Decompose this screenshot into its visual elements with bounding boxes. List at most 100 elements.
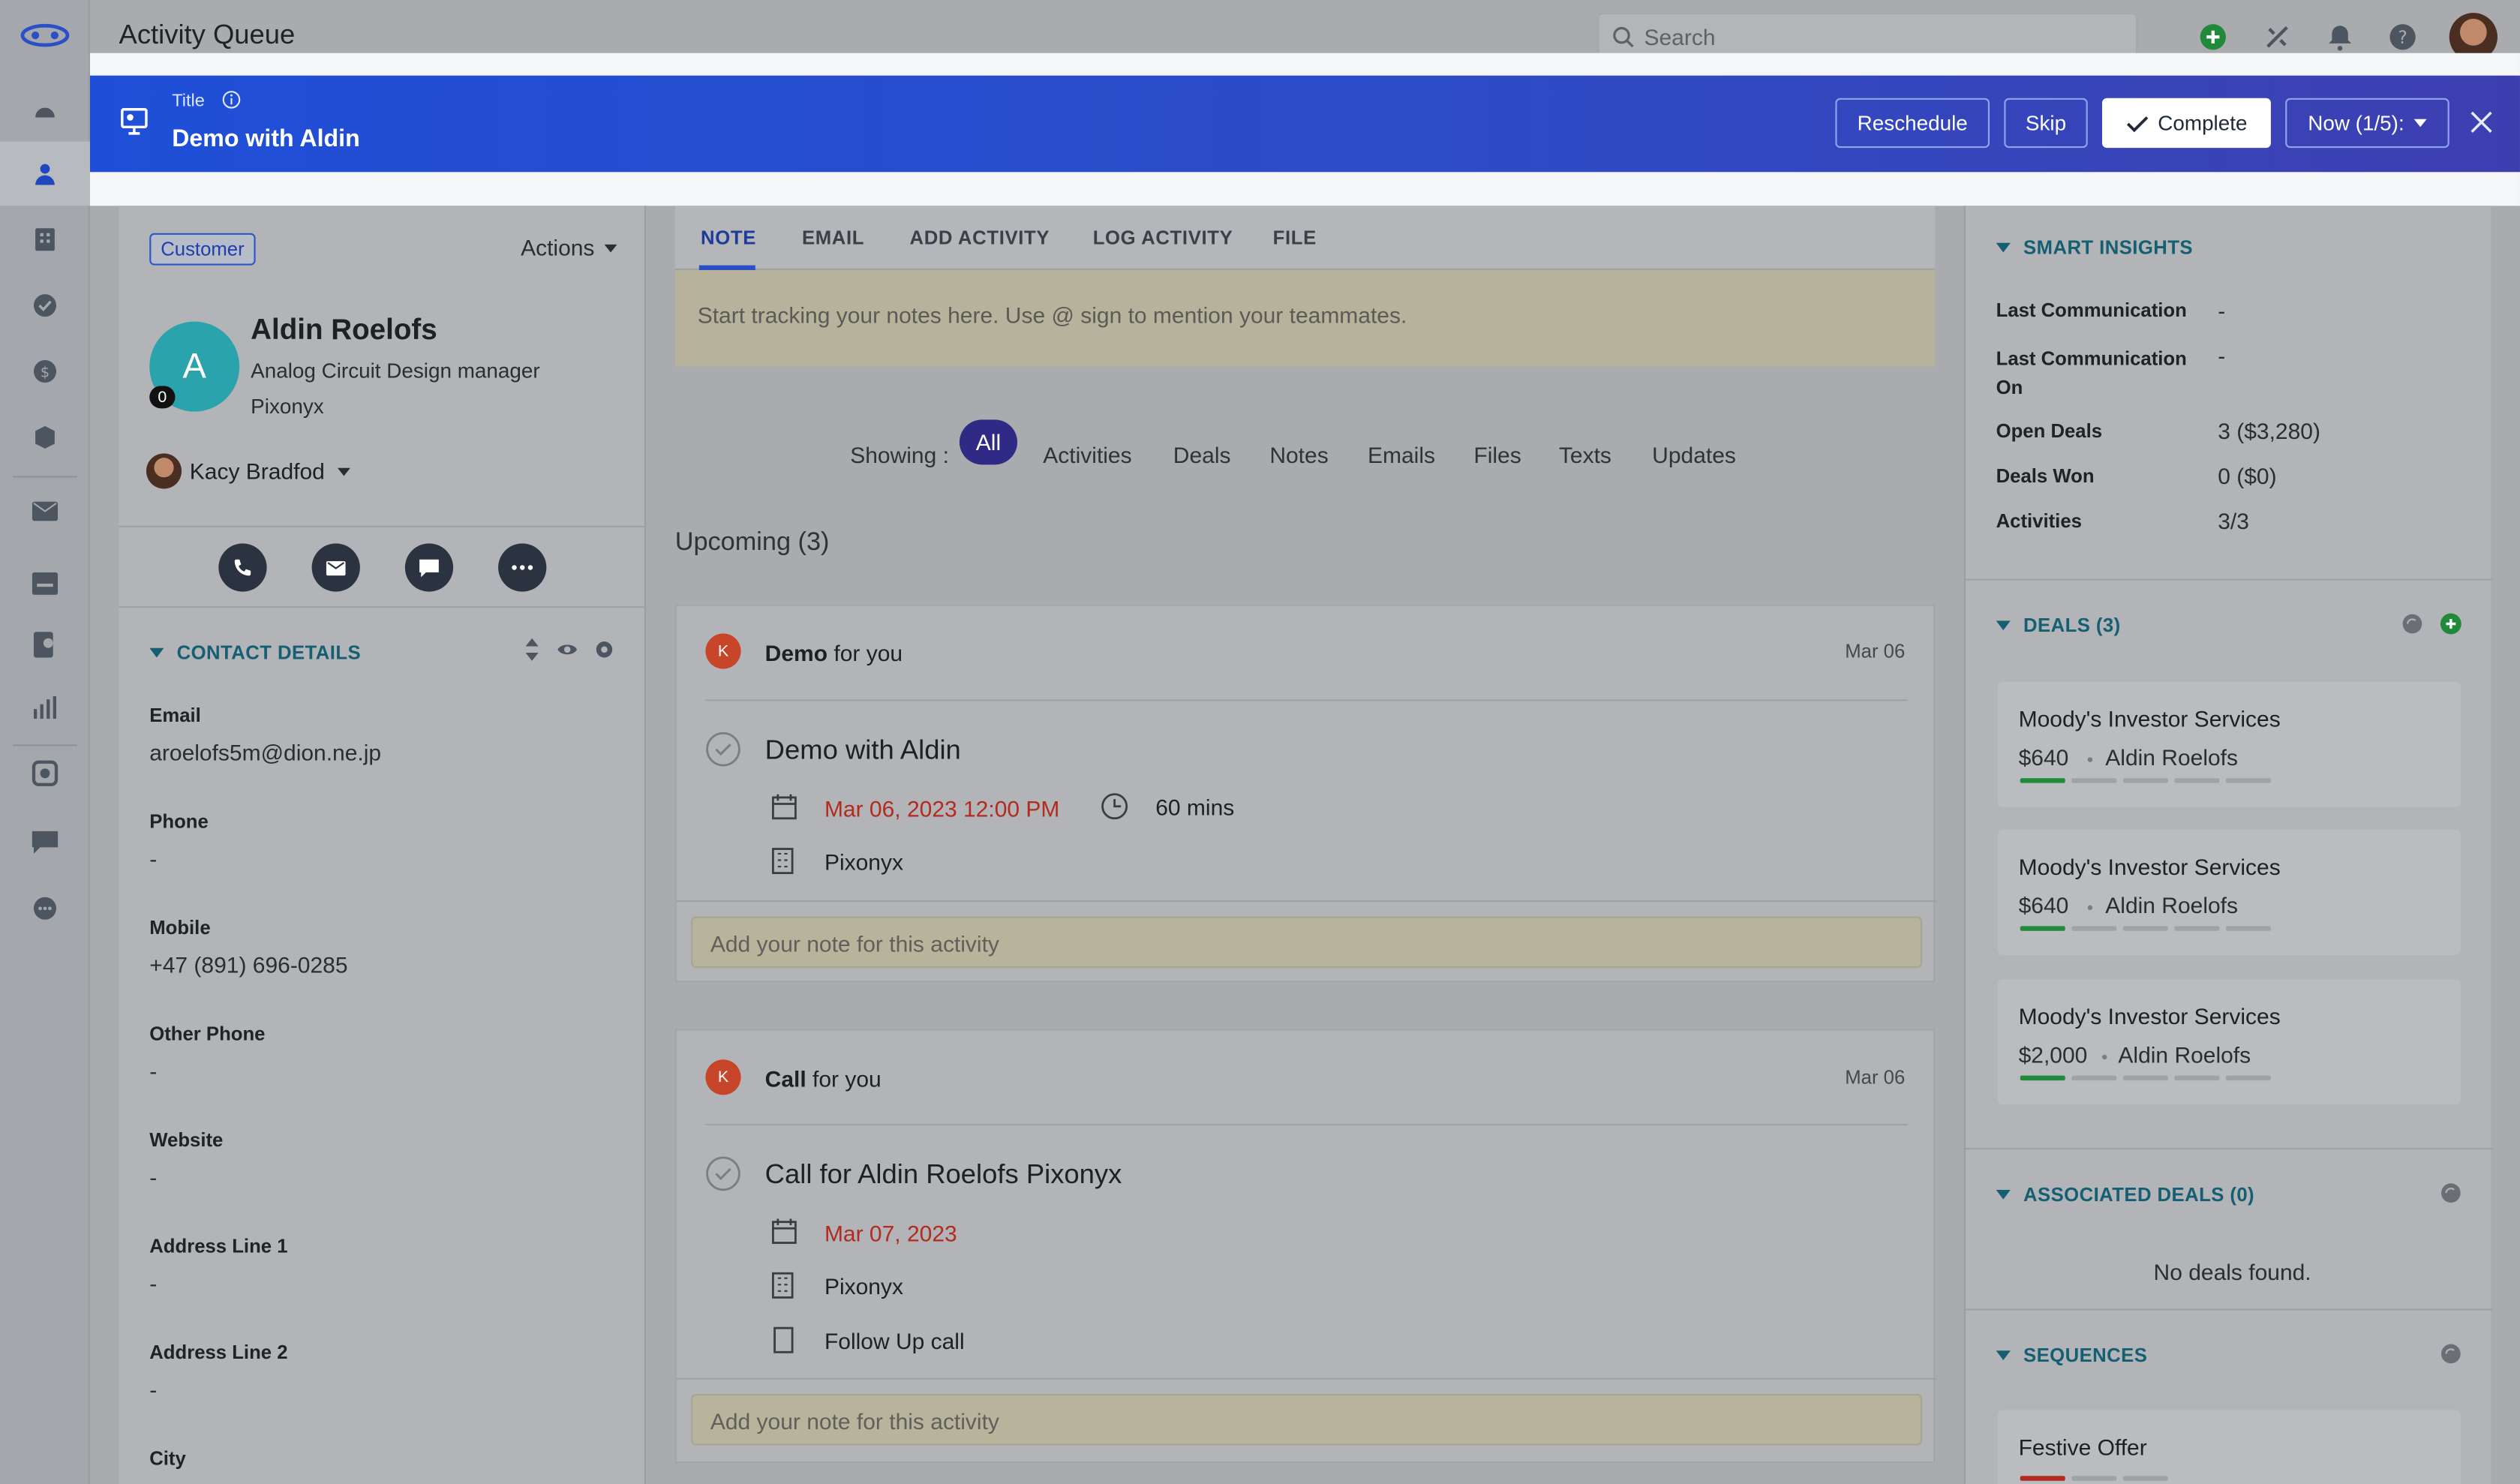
customer-badge: Customer xyxy=(149,233,256,266)
filter-all[interactable]: All xyxy=(959,419,1018,465)
tab-log-activity[interactable]: LOG ACTIVITY xyxy=(1093,227,1233,249)
refresh-icon[interactable] xyxy=(2401,612,2423,635)
more-apps-icon[interactable] xyxy=(29,892,62,924)
add-deal-icon[interactable] xyxy=(2440,612,2462,635)
dashboard-icon[interactable] xyxy=(29,93,62,125)
clock-icon xyxy=(1101,793,1128,820)
activity-company[interactable]: Pixonyx xyxy=(824,849,903,875)
activity-company[interactable]: Pixonyx xyxy=(824,1273,903,1299)
eye-icon[interactable] xyxy=(556,640,578,659)
complete-button[interactable]: Complete xyxy=(2101,98,2271,149)
contact-company[interactable]: Pixonyx xyxy=(251,394,324,418)
search-placeholder: Search xyxy=(1644,24,1716,50)
sms-button[interactable] xyxy=(404,543,454,592)
skip-button[interactable]: Skip xyxy=(2004,98,2088,149)
field-value[interactable]: - xyxy=(149,1058,157,1083)
now-queue-dropdown[interactable]: Now (1/5): xyxy=(2285,98,2449,149)
chat-icon[interactable] xyxy=(29,827,62,859)
info-icon[interactable] xyxy=(222,90,242,110)
tools-icon[interactable] xyxy=(2263,23,2292,52)
more-actions-button[interactable] xyxy=(498,543,547,592)
contact-details-toggle[interactable]: CONTACT DETAILS xyxy=(149,641,361,664)
filter-updates[interactable]: Updates xyxy=(1652,442,1736,467)
tasks-icon[interactable] xyxy=(29,290,62,322)
assignee-avatar: K xyxy=(705,633,741,669)
refresh-icon[interactable] xyxy=(2440,1342,2462,1365)
associated-deals-toggle[interactable]: ASSOCIATED DEALS (0) xyxy=(1996,1183,2254,1206)
deal-contact[interactable]: Aldin Roelofs xyxy=(2118,1042,2251,1068)
companies-icon[interactable] xyxy=(29,224,62,256)
field-label: Address Line 1 xyxy=(149,1234,288,1257)
activity-datetime: Mar 07, 2023 xyxy=(824,1220,957,1246)
close-icon[interactable] xyxy=(2468,110,2494,135)
email-button[interactable] xyxy=(311,543,360,592)
deal-card[interactable]: Moody's Investor Services $640 Aldin Roelo… xyxy=(1997,681,2461,807)
tab-add-activity[interactable]: ADD ACTIVITY xyxy=(909,227,1050,249)
activity-note-placeholder: Add your note for this activity xyxy=(710,1408,999,1434)
field-value[interactable]: +47 (891) 696-0285 xyxy=(149,952,347,978)
notifications-icon[interactable] xyxy=(2326,23,2355,52)
deal-name: Moody's Investor Services xyxy=(2018,853,2281,880)
tab-note[interactable]: NOTE xyxy=(701,227,756,249)
filter-emails[interactable]: Emails xyxy=(1368,442,1435,467)
filter-deals[interactable]: Deals xyxy=(1173,442,1231,467)
sequences-toggle[interactable]: SEQUENCES xyxy=(1996,1344,2148,1367)
filter-activities[interactable]: Activities xyxy=(1043,442,1131,467)
tab-file[interactable]: FILE xyxy=(1273,227,1317,249)
deal-contact[interactable]: Aldin Roelofs xyxy=(2105,892,2238,918)
complete-checkbox-icon[interactable] xyxy=(705,731,740,767)
contacts-icon[interactable] xyxy=(0,141,90,206)
note-input[interactable]: Start tracking your notes here. Use @ si… xyxy=(674,270,1936,367)
activity-note-input[interactable]: Add your note for this activity xyxy=(691,916,1923,969)
mail-icon[interactable] xyxy=(29,495,62,527)
field-label: Other Phone xyxy=(149,1022,266,1045)
field-value[interactable]: aroelofs5m@dion.ne.jp xyxy=(149,740,381,765)
caret-down-icon xyxy=(1996,1189,2011,1200)
deal-card[interactable]: Moody's Investor Services $640 Aldin Roelo… xyxy=(1997,829,2461,955)
owner-dropdown[interactable]: Kacy Bradfod xyxy=(146,453,351,489)
activity-title[interactable]: Call for Aldin Roelofs Pixonyx xyxy=(765,1159,1122,1191)
app-logo-icon[interactable] xyxy=(20,16,71,54)
activity-type: Call xyxy=(764,1065,806,1092)
help-icon[interactable]: ? xyxy=(2388,23,2417,52)
contact-name[interactable]: Aldin Roelofs xyxy=(251,314,437,347)
add-icon[interactable] xyxy=(2199,23,2228,52)
reports-icon[interactable] xyxy=(29,691,62,723)
automation-icon[interactable] xyxy=(29,757,62,789)
filter-notes[interactable]: Notes xyxy=(1269,442,1328,467)
reschedule-button[interactable]: Reschedule xyxy=(1835,98,1990,149)
gear-icon[interactable] xyxy=(593,638,615,661)
actions-dropdown[interactable]: Actions xyxy=(521,235,617,260)
deal-contact[interactable]: Aldin Roelofs xyxy=(2105,744,2238,770)
search-icon xyxy=(1613,26,1634,48)
filter-texts[interactable]: Texts xyxy=(1559,442,1611,467)
field-value[interactable]: - xyxy=(149,1270,157,1296)
field-value[interactable]: - xyxy=(149,846,157,871)
activity-title[interactable]: Demo with Aldin xyxy=(765,734,961,767)
filter-files[interactable]: Files xyxy=(1473,442,1521,467)
call-button[interactable] xyxy=(218,543,267,592)
refresh-icon[interactable] xyxy=(2440,1182,2462,1204)
deals-toggle[interactable]: DEALS (3) xyxy=(1996,614,2121,637)
field-value[interactable]: - xyxy=(149,1164,157,1190)
inbox-icon[interactable] xyxy=(29,567,62,599)
deals-title: DEALS (3) xyxy=(2023,614,2121,637)
sort-icon[interactable] xyxy=(524,638,539,661)
sequence-name: Festive Offer xyxy=(2018,1434,2147,1460)
caret-down-icon xyxy=(149,647,164,658)
campaigns-icon[interactable] xyxy=(29,629,62,661)
smart-insights-toggle[interactable]: SMART INSIGHTS xyxy=(1996,236,2193,259)
field-label: Website xyxy=(149,1128,224,1152)
activity-card: K Call for you Mar 06 Call for Aldin Roe… xyxy=(674,1029,1937,1464)
products-icon[interactable] xyxy=(29,421,62,453)
deals-icon[interactable]: $ xyxy=(29,356,62,388)
deal-amount: $640 xyxy=(2018,744,2069,771)
complete-checkbox-icon[interactable] xyxy=(705,1156,740,1191)
assignee-avatar: K xyxy=(705,1059,741,1095)
field-value[interactable]: - xyxy=(149,1376,157,1401)
deal-card[interactable]: Moody's Investor Services $2,000 Aldin Roe… xyxy=(1997,979,2461,1105)
activity-banner: Title Demo with Aldin Reschedule Skip Co… xyxy=(89,75,2520,173)
activity-note-input[interactable]: Add your note for this activity xyxy=(691,1393,1923,1446)
sequence-card[interactable]: Festive Offer xyxy=(1997,1410,2461,1484)
tab-email[interactable]: EMAIL xyxy=(802,227,864,249)
